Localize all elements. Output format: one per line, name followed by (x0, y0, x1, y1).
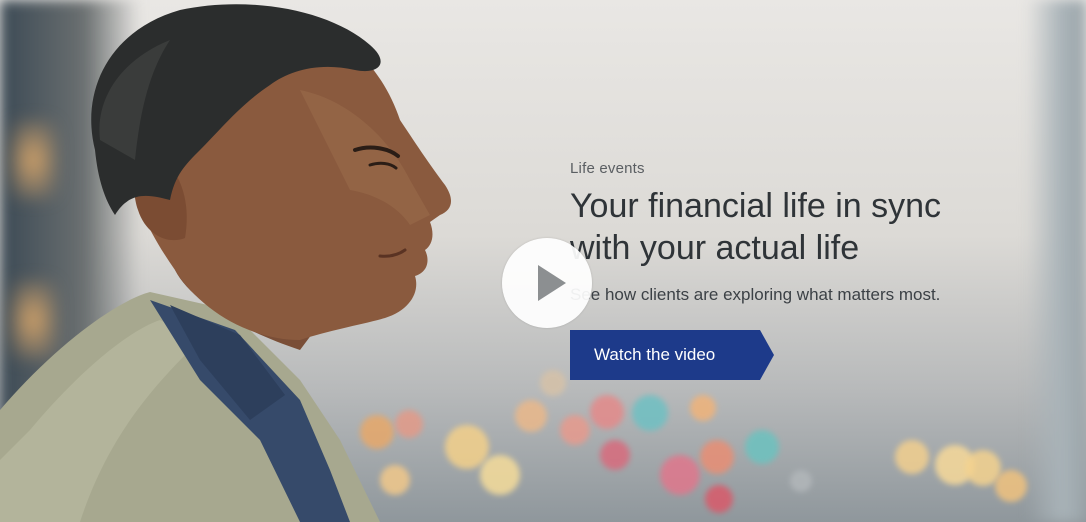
watch-video-button[interactable]: Watch the video (570, 330, 774, 380)
video-hero: Life events Your financial life in sync … (0, 0, 1086, 522)
hero-text-block: Life events Your financial life in sync … (570, 160, 1050, 305)
person-photo (0, 4, 452, 522)
play-icon (538, 265, 566, 301)
play-video-button[interactable] (502, 238, 592, 328)
hero-headline: Your financial life in sync with your ac… (570, 185, 1050, 269)
hero-eyebrow: Life events (570, 160, 645, 177)
hero-subline: See how clients are exploring what matte… (570, 285, 941, 304)
hero-headline-line-2: with your actual life (570, 229, 860, 267)
watch-video-label: Watch the video (594, 345, 716, 364)
hero-headline-line-1: Your financial life in sync (570, 187, 942, 225)
